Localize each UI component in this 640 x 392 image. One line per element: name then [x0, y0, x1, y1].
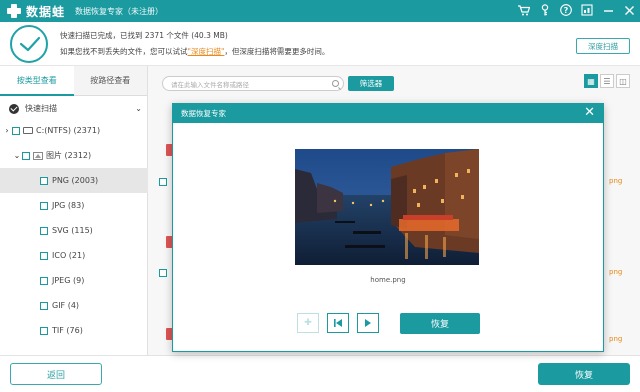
register-icon[interactable]: [580, 3, 594, 17]
sidebar-item-ico[interactable]: ICO (21): [0, 243, 148, 268]
app-logo: 数据蛙: [6, 3, 65, 20]
sidebar-item-label: SVG (115): [52, 226, 93, 235]
sidebar: 按类型查看 按路径查看 快速扫描 ⌄ › C:(NTFS) (2371) ⌄ 图…: [0, 66, 148, 355]
drive-icon: [23, 127, 33, 134]
image-folder-icon: [33, 151, 43, 160]
drive-row[interactable]: › C:(NTFS) (2371): [0, 118, 148, 143]
hint-suffix: ，但深度扫描将需要更多时间。: [224, 47, 330, 56]
sidebar-item-svg[interactable]: SVG (115): [0, 218, 148, 243]
file-extension-label: png: [609, 177, 623, 185]
recover-button[interactable]: 恢复: [538, 363, 630, 385]
dialog-header: 数据恢复专家 ✕: [173, 104, 603, 123]
cart-icon[interactable]: [517, 3, 531, 17]
sidebar-item-gif[interactable]: GIF (4): [0, 293, 148, 318]
logo-cross-icon: [6, 3, 22, 19]
category-label: 图片 (2312): [46, 151, 92, 160]
quick-scan-label: 快速扫描: [25, 104, 57, 113]
view-switcher: ▦ ☰ ◫: [584, 74, 630, 88]
grid-view-icon[interactable]: ▦: [584, 74, 598, 88]
sidebar-item-label: ICO (21): [52, 251, 86, 260]
chevron-right-icon[interactable]: ›: [2, 126, 12, 135]
close-icon[interactable]: [622, 3, 636, 17]
scan-result-text: 快速扫描已完成，已找到 2371 个文件 (40.3 MB): [60, 31, 228, 40]
logo-text: 数据蛙: [26, 4, 66, 19]
quick-scan-check-icon: [9, 103, 19, 114]
search-input[interactable]: 请在此输入文件名称或路径: [162, 76, 344, 91]
chevron-down-icon[interactable]: ⌄: [135, 104, 142, 113]
sidebar-item-label: JPG (83): [52, 201, 85, 210]
tab-by-type[interactable]: 按类型查看: [0, 66, 74, 96]
file-checkbox[interactable]: [159, 269, 167, 277]
dialog-recover-button[interactable]: 恢复: [400, 313, 480, 334]
sidebar-item-label: TIF (76): [52, 326, 83, 335]
close-icon[interactable]: ✕: [584, 106, 595, 120]
back-button[interactable]: 返回: [10, 363, 102, 385]
minimize-icon[interactable]: [601, 3, 615, 17]
deep-scan-link[interactable]: "深度扫描": [188, 47, 225, 56]
dialog-title: 数据恢复专家: [181, 109, 226, 118]
svg-text:?: ?: [564, 6, 569, 15]
sidebar-item-tif[interactable]: TIF (76): [0, 318, 148, 343]
previous-icon[interactable]: [327, 313, 349, 333]
sidebar-item-label: PNG (2003): [52, 176, 99, 185]
item-checkbox[interactable]: [40, 276, 48, 285]
help-icon[interactable]: ?: [559, 3, 573, 17]
file-extension-label: png: [609, 335, 623, 343]
app-title: 数据恢复专家（未注册）: [75, 6, 164, 16]
image-preview: [295, 149, 479, 265]
rotate-icon[interactable]: ✚: [297, 313, 319, 333]
scan-complete-icon: [10, 25, 48, 63]
sidebar-item-label: JPEG (9): [52, 276, 85, 285]
item-checkbox[interactable]: [40, 226, 48, 235]
next-icon[interactable]: [357, 313, 379, 333]
preview-filename: home.png: [370, 276, 406, 284]
item-checkbox[interactable]: [40, 301, 48, 310]
list-view-icon[interactable]: ☰: [600, 74, 614, 88]
chevron-down-icon[interactable]: ⌄: [12, 151, 22, 160]
sidebar-item-jpg[interactable]: JPG (83): [0, 193, 148, 218]
sidebar-item-png[interactable]: PNG (2003): [0, 168, 148, 193]
filter-button[interactable]: 筛选器: [348, 76, 394, 91]
category-checkbox[interactable]: [22, 151, 30, 160]
key-icon[interactable]: [538, 3, 552, 17]
scan-status-bar: 快速扫描已完成，已找到 2371 个文件 (40.3 MB) 如果您找不到丢失的…: [0, 22, 640, 66]
tab-by-path[interactable]: 按路径查看: [73, 66, 147, 96]
deep-scan-button[interactable]: 深度扫描: [576, 38, 630, 54]
footer-bar: 返回 恢复: [0, 355, 640, 392]
file-extension-label: png: [609, 268, 623, 276]
item-checkbox[interactable]: [40, 201, 48, 210]
category-row[interactable]: ⌄ 图片 (2312): [0, 143, 148, 168]
search-icon[interactable]: [332, 80, 339, 87]
search-placeholder: 请在此输入文件名称或路径: [171, 80, 249, 89]
file-checkbox[interactable]: [159, 178, 167, 186]
drive-label: C:(NTFS) (2371): [36, 126, 101, 135]
item-checkbox[interactable]: [40, 176, 48, 185]
hint-prefix: 如果您找不到丢失的文件，您可以试试: [60, 47, 188, 56]
scan-hint-text: 如果您找不到丢失的文件，您可以试试"深度扫描"，但深度扫描将需要更多时间。: [60, 46, 329, 57]
title-bar: 数据蛙 数据恢复专家（未注册） ?: [0, 0, 640, 22]
detail-view-icon[interactable]: ◫: [616, 74, 630, 88]
preview-dialog: 数据恢复专家 ✕ home.png ✚ 恢复: [172, 103, 604, 352]
item-checkbox[interactable]: [40, 251, 48, 260]
sidebar-item-jpeg[interactable]: JPEG (9): [0, 268, 148, 293]
item-checkbox[interactable]: [40, 326, 48, 335]
drive-checkbox[interactable]: [12, 126, 20, 135]
sidebar-item-label: GIF (4): [52, 301, 80, 310]
venice-canal-image: [295, 149, 479, 265]
